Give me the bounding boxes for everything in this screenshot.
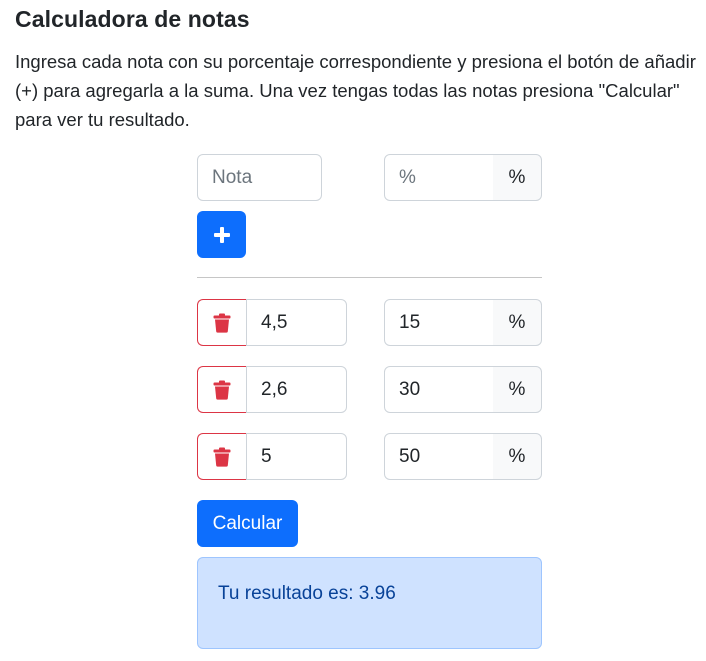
trash-icon [213,313,231,333]
percent-suffix: % [493,366,542,413]
entry-grade-field[interactable] [246,433,347,480]
page-title: Calculadora de notas [15,6,250,32]
entry-percent-field[interactable] [384,433,494,480]
entry-grade-field[interactable] [246,366,347,413]
result-text: Tu resultado es: 3.96 [218,583,396,604]
calculate-button[interactable]: Calcular [197,500,298,547]
add-grade-button[interactable] [197,211,246,258]
instructions-text: Ingresa cada nota con su porcentaje corr… [15,51,696,130]
trash-icon [213,380,231,400]
delete-entry-button[interactable] [197,433,246,480]
entry-grade-field[interactable] [246,299,347,346]
percent-input[interactable] [384,154,494,201]
result-alert: Tu resultado es: 3.96 [197,557,542,649]
trash-icon [213,447,231,467]
delete-entry-button[interactable] [197,366,246,413]
plus-icon [213,226,231,244]
grade-input[interactable] [197,154,322,201]
delete-entry-button[interactable] [197,299,246,346]
percent-suffix: % [493,154,542,201]
percent-suffix: % [493,433,542,480]
entry-percent-field[interactable] [384,366,494,413]
percent-suffix: % [493,299,542,346]
entry-percent-field[interactable] [384,299,494,346]
divider [197,277,542,278]
